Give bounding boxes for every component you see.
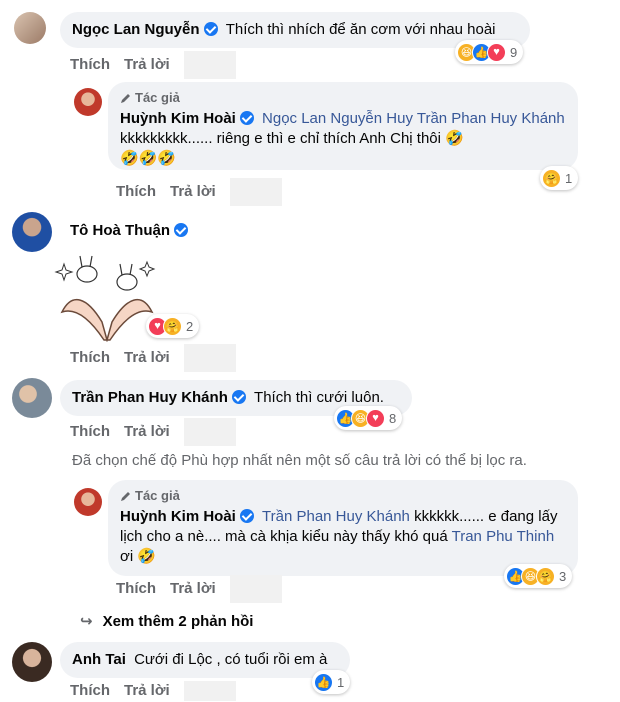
comment-text: Thích thì nhích để ăn cơm với nhau hoài [225, 21, 496, 38]
pencil-icon [121, 492, 130, 501]
reaction-summary[interactable]: 👍 😆 🤗 3 [504, 564, 573, 588]
reaction-summary[interactable]: 🤗 1 [540, 166, 579, 190]
like-button[interactable]: Thích [70, 349, 110, 366]
commenter-name[interactable]: Huỳnh Kim Hoài [120, 508, 236, 525]
comment-text: kkkkkkkkk...... riêng e thì e chỉ thích … [120, 130, 441, 147]
avatar[interactable] [74, 88, 102, 116]
commenter-name[interactable]: Ngọc Lan Nguyễn [72, 21, 200, 38]
avatar[interactable] [74, 488, 102, 516]
reaction-summary[interactable]: ♥ 🤗 2 [146, 314, 200, 338]
care-icon: 🤗 [163, 316, 182, 336]
avatar[interactable] [12, 642, 52, 682]
avatar[interactable] [14, 12, 46, 44]
like-icon: 👍 [314, 672, 333, 692]
like-button[interactable]: Thích [70, 423, 110, 440]
care-icon: 🤗 [542, 168, 561, 188]
reaction-summary[interactable]: 👍 1 [312, 670, 351, 694]
verified-badge-icon [239, 111, 254, 125]
comment-actions: Thích Trả lời [70, 51, 250, 79]
avatar[interactable] [12, 212, 52, 252]
emoji: 🤣 [445, 130, 464, 147]
reaction-count: 8 [389, 410, 397, 426]
comment-actions: Thích Trả lời [116, 178, 296, 206]
comment-text: Cưới đi Lộc , có tuổi rồi em à [134, 651, 328, 668]
like-button[interactable]: Thích [116, 580, 156, 597]
reply-button[interactable]: Trả lời [124, 682, 170, 699]
love-icon: ♥ [366, 408, 385, 428]
reply-button[interactable]: Trả lời [124, 56, 170, 73]
timestamp [183, 344, 236, 372]
comment-text: ơi [120, 548, 134, 565]
verified-badge-icon [239, 509, 254, 523]
timestamp [183, 681, 236, 701]
mention-link[interactable]: Huy Trần Phan Huy Khánh [386, 110, 564, 127]
reply-button[interactable]: Trả lời [170, 580, 216, 597]
reply-button[interactable]: Trả lời [124, 423, 170, 440]
reply-button[interactable]: Trả lời [170, 183, 216, 200]
comment-text: Thích thì cưới luôn. [254, 389, 384, 406]
author-tag: Tác giả [120, 88, 566, 108]
reaction-count: 3 [559, 568, 567, 584]
comment-actions: Thích Trả lời [116, 575, 296, 603]
verified-badge-icon [174, 223, 188, 237]
commenter-name[interactable]: Anh Tai [72, 651, 126, 668]
timestamp [229, 575, 282, 603]
comment-actions: Thích Trả lời [70, 681, 250, 701]
mention-link[interactable]: Trần Phan Huy Khánh [262, 508, 410, 525]
reaction-summary[interactable]: 😆 👍 ♥ 9 [455, 40, 524, 64]
avatar[interactable] [12, 378, 52, 418]
reaction-count: 1 [337, 674, 345, 690]
like-button[interactable]: Thích [116, 183, 156, 200]
reaction-count: 2 [186, 318, 194, 334]
comment-bubble: Anh Tai Cưới đi Lộc , có tuổi rồi em à [60, 642, 350, 678]
timestamp [183, 51, 236, 79]
commenter-name[interactable]: Tô Hoà Thuận [70, 222, 170, 239]
care-icon: 🤗 [536, 566, 555, 586]
reply-bubble: Tác giả Huỳnh Kim Hoài Ngọc Lan Nguyễn H… [108, 82, 578, 170]
timestamp [183, 418, 236, 446]
pencil-icon [121, 94, 130, 103]
commenter-name-row: Tô Hoà Thuận [70, 222, 188, 239]
mention-link[interactable]: Tran Phu Thinh [452, 528, 555, 545]
emoji: 🤣🤣🤣 [120, 150, 177, 167]
reaction-count: 1 [565, 170, 573, 186]
mention-link[interactable]: Ngọc Lan Nguyễn [262, 110, 382, 127]
reply-button[interactable]: Trả lời [124, 349, 170, 366]
reaction-count: 9 [510, 44, 518, 60]
view-more-replies-link[interactable]: ↪ Xem thêm 2 phản hồi [80, 612, 253, 630]
reply-bubble: Tác giả Huỳnh Kim Hoài Trần Phan Huy Khá… [108, 480, 578, 576]
verified-badge-icon [231, 390, 246, 404]
author-tag: Tác giả [120, 486, 566, 506]
comment-actions: Thích Trả lời [70, 418, 250, 446]
verified-badge-icon [203, 22, 218, 36]
emoji: 🤣 [137, 548, 157, 565]
reply-arrow-icon: ↪ [80, 613, 93, 630]
like-button[interactable]: Thích [70, 682, 110, 699]
comment-actions: Thích Trả lời [70, 344, 250, 372]
filter-notice: Đã chọn chế độ Phù hợp nhất nên một số c… [72, 452, 527, 469]
timestamp [229, 178, 282, 206]
love-icon: ♥ [487, 42, 506, 62]
commenter-name[interactable]: Trần Phan Huy Khánh [72, 389, 228, 406]
commenter-name[interactable]: Huỳnh Kim Hoài [120, 110, 236, 127]
like-button[interactable]: Thích [70, 56, 110, 73]
reaction-summary[interactable]: 👍 😆 ♥ 8 [334, 406, 403, 430]
